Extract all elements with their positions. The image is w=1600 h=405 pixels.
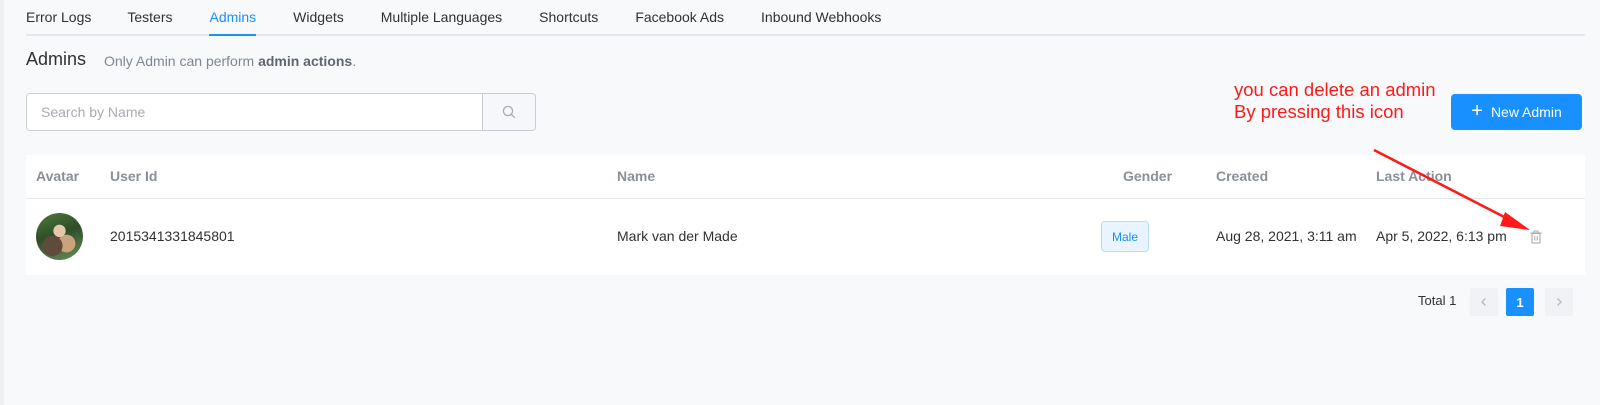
chevron-right-icon xyxy=(1557,298,1562,306)
subtitle-suffix: . xyxy=(352,53,357,69)
tab-shortcuts[interactable]: Shortcuts xyxy=(539,0,598,34)
subtitle-prefix: Only Admin can perform xyxy=(104,53,259,69)
chevron-left-icon xyxy=(1481,298,1486,306)
column-user-id: User Id xyxy=(110,168,158,184)
column-name: Name xyxy=(617,168,656,184)
trash-icon xyxy=(1530,230,1542,244)
new-admin-button[interactable]: + New Admin xyxy=(1451,94,1582,130)
column-avatar: Avatar xyxy=(36,168,80,184)
pagination-next-button[interactable] xyxy=(1545,288,1573,316)
column-gender: Gender xyxy=(1123,168,1173,184)
table-row: 2015341331845801 Mark van der Made Male … xyxy=(26,199,1585,274)
search-input[interactable] xyxy=(27,94,482,130)
user-id-cell: 2015341331845801 xyxy=(110,228,235,244)
tab-widgets[interactable]: Widgets xyxy=(293,0,344,34)
page-title: Admins xyxy=(26,49,87,69)
column-created: Created xyxy=(1216,168,1269,184)
pagination-page-1[interactable]: 1 xyxy=(1506,288,1534,316)
search-box xyxy=(26,93,536,131)
tab-inbound-webhooks[interactable]: Inbound Webhooks xyxy=(761,0,881,34)
gender-badge: Male xyxy=(1101,221,1149,252)
search-button[interactable] xyxy=(482,94,535,130)
name-cell: Mark van der Made xyxy=(617,228,738,244)
table-header: Avatar User Id Name Gender Created Last … xyxy=(26,155,1585,199)
annotation-line-2: By pressing this icon xyxy=(1234,101,1404,122)
new-admin-label: New Admin xyxy=(1490,104,1562,120)
plus-icon: + xyxy=(1471,100,1483,122)
left-edge xyxy=(0,0,4,405)
delete-admin-button[interactable] xyxy=(1528,229,1544,245)
tab-testers[interactable]: Testers xyxy=(127,0,172,34)
annotation-line-1: you can delete an admin xyxy=(1234,79,1436,100)
subtitle-bold: admin actions xyxy=(258,53,353,69)
tab-error-logs[interactable]: Error Logs xyxy=(26,0,91,34)
avatar xyxy=(36,213,83,260)
pagination-prev-button[interactable] xyxy=(1470,288,1498,316)
search-icon xyxy=(502,105,516,119)
page-subtitle: Only Admin can perform admin actions. xyxy=(104,53,356,69)
created-cell: Aug 28, 2021, 3:11 am xyxy=(1216,228,1357,244)
pagination-total: Total 1 xyxy=(1418,293,1457,308)
tab-bar: Error Logs Testers Admins Widgets Multip… xyxy=(26,0,1585,36)
last-action-cell: Apr 5, 2022, 6:13 pm xyxy=(1376,228,1507,244)
admins-table: Avatar User Id Name Gender Created Last … xyxy=(26,155,1585,275)
column-last-action: Last Action xyxy=(1376,168,1452,184)
tab-admins[interactable]: Admins xyxy=(209,0,256,36)
annotation-note: you can delete an admin By pressing this… xyxy=(1234,79,1436,123)
tab-facebook-ads[interactable]: Facebook Ads xyxy=(635,0,724,34)
tab-multiple-languages[interactable]: Multiple Languages xyxy=(381,0,502,34)
